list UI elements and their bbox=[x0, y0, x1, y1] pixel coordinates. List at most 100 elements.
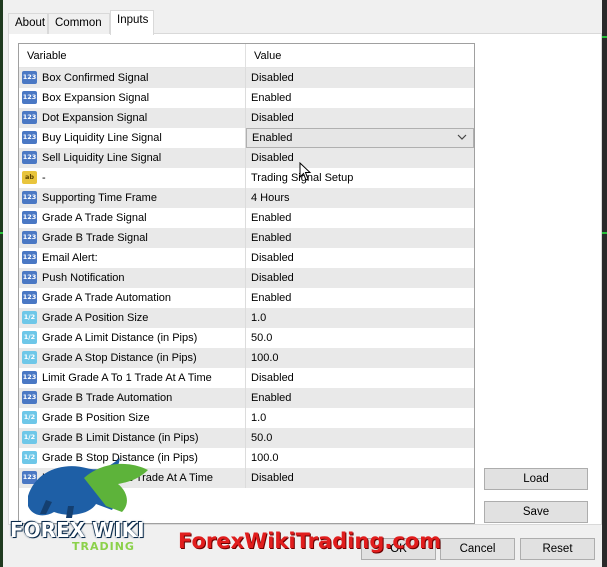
value-cell[interactable]: 1.0 bbox=[246, 308, 474, 328]
bool-type-icon: 123 bbox=[22, 71, 37, 84]
table-row[interactable]: 123 Supporting Time Frame 4 Hours bbox=[19, 188, 474, 208]
value-label: Enabled bbox=[251, 392, 292, 404]
value-dropdown[interactable]: Enabled bbox=[246, 128, 474, 148]
variable-cell[interactable]: 123 Grade A Trade Automation bbox=[19, 288, 246, 308]
value-column-header[interactable]: Value bbox=[246, 44, 474, 68]
table-row[interactable]: 123 Grade A Trade Automation Enabled bbox=[19, 288, 474, 308]
variable-column-header[interactable]: Variable bbox=[19, 44, 246, 68]
variable-label: Grade B Limit Distance (in Pips) bbox=[42, 432, 199, 444]
variable-label: Grade A Stop Distance (in Pips) bbox=[42, 352, 197, 364]
value-cell[interactable]: 1.0 bbox=[246, 408, 474, 428]
table-row[interactable]: 1/2 Grade B Limit Distance (in Pips) 50.0 bbox=[19, 428, 474, 448]
variable-cell[interactable]: 1/2 Grade B Position Size bbox=[19, 408, 246, 428]
value-label: Enabled bbox=[251, 92, 292, 104]
table-row[interactable]: 123 Push Notification Disabled bbox=[19, 268, 474, 288]
table-row[interactable]: 123 Email Alert: Disabled bbox=[19, 248, 474, 268]
variable-cell[interactable]: 1/2 Grade A Limit Distance (in Pips) bbox=[19, 328, 246, 348]
variable-label: - bbox=[42, 172, 46, 184]
variable-label: Supporting Time Frame bbox=[42, 192, 157, 204]
variable-cell[interactable]: 123 Push Notification bbox=[19, 268, 246, 288]
double-type-icon: 1/2 bbox=[22, 431, 37, 444]
value-label: Disabled bbox=[251, 472, 294, 484]
tab-about[interactable]: About bbox=[8, 13, 48, 34]
bool-type-icon: 123 bbox=[22, 91, 37, 104]
variable-cell[interactable]: 1/2 Grade A Stop Distance (in Pips) bbox=[19, 348, 246, 368]
table-row[interactable]: 123 Grade B Trade Automation Enabled bbox=[19, 388, 474, 408]
value-label: 50.0 bbox=[251, 432, 273, 444]
variable-cell[interactable]: 123 Sell Liquidity Line Signal bbox=[19, 148, 246, 168]
variable-cell[interactable]: ab - bbox=[19, 168, 246, 188]
bool-type-icon: 123 bbox=[22, 251, 37, 264]
value-cell[interactable]: Disabled bbox=[246, 68, 474, 88]
variable-label: Buy Liquidity Line Signal bbox=[42, 132, 162, 144]
value-cell[interactable]: Disabled bbox=[246, 268, 474, 288]
value-label: 1.0 bbox=[251, 412, 267, 424]
variable-cell[interactable]: 1/2 Grade A Position Size bbox=[19, 308, 246, 328]
table-row[interactable]: 1/2 Grade A Limit Distance (in Pips) 50.0 bbox=[19, 328, 474, 348]
grid-header: Variable Value bbox=[19, 44, 474, 68]
table-row[interactable]: 123 Sell Liquidity Line Signal Disabled bbox=[19, 148, 474, 168]
bool-type-icon: 123 bbox=[22, 231, 37, 244]
table-row[interactable]: 123 Box Expansion Signal Enabled bbox=[19, 88, 474, 108]
variable-label: Grade B Position Size bbox=[42, 412, 150, 424]
value-cell[interactable]: Enabled bbox=[246, 228, 474, 248]
variable-label: Box Expansion Signal bbox=[42, 92, 150, 104]
value-cell[interactable]: 50.0 bbox=[246, 328, 474, 348]
value-cell[interactable]: Enabled bbox=[246, 388, 474, 408]
value-cell[interactable]: Disabled bbox=[246, 148, 474, 168]
double-type-icon: 1/2 bbox=[22, 411, 37, 424]
value-cell[interactable]: 100.0 bbox=[246, 448, 474, 468]
variable-cell[interactable]: 123 Buy Liquidity Line Signal bbox=[19, 128, 246, 148]
variable-cell[interactable]: 1/2 Grade B Limit Distance (in Pips) bbox=[19, 428, 246, 448]
variable-cell[interactable]: 123 Box Expansion Signal bbox=[19, 88, 246, 108]
variable-cell[interactable]: 123 Dot Expansion Signal bbox=[19, 108, 246, 128]
tab-inputs[interactable]: Inputs bbox=[110, 10, 154, 35]
table-row[interactable]: 123 Grade B Trade Signal Enabled bbox=[19, 228, 474, 248]
cancel-button[interactable]: Cancel bbox=[440, 538, 515, 560]
variable-cell[interactable]: 123 Limit Grade A To 1 Trade At A Time bbox=[19, 368, 246, 388]
table-row[interactable]: 123 Buy Liquidity Line Signal Enabled bbox=[19, 128, 474, 148]
value-label: Disabled bbox=[251, 72, 294, 84]
value-cell[interactable]: Disabled bbox=[246, 468, 474, 488]
value-label: Enabled bbox=[251, 212, 292, 224]
value-cell[interactable]: 100.0 bbox=[246, 348, 474, 368]
variable-cell[interactable]: 123 Box Confirmed Signal bbox=[19, 68, 246, 88]
value-label: Disabled bbox=[251, 112, 294, 124]
value-cell[interactable]: 4 Hours bbox=[246, 188, 474, 208]
table-row[interactable]: 123 Dot Expansion Signal Disabled bbox=[19, 108, 474, 128]
value-cell[interactable]: Enabled bbox=[246, 288, 474, 308]
variable-cell[interactable]: 123 Grade B Trade Signal bbox=[19, 228, 246, 248]
variable-cell[interactable]: 123 Grade B Trade Automation bbox=[19, 388, 246, 408]
value-cell[interactable]: Disabled bbox=[246, 368, 474, 388]
value-cell[interactable]: Enabled bbox=[246, 88, 474, 108]
bool-type-icon: 123 bbox=[22, 131, 37, 144]
variable-cell[interactable]: 123 Grade A Trade Signal bbox=[19, 208, 246, 228]
table-row[interactable]: 1/2 Grade A Stop Distance (in Pips) 100.0 bbox=[19, 348, 474, 368]
value-cell[interactable]: Trading Signal Setup bbox=[246, 168, 474, 188]
table-row[interactable]: 1/2 Grade A Position Size 1.0 bbox=[19, 308, 474, 328]
bool-type-icon: 123 bbox=[22, 291, 37, 304]
chevron-down-icon[interactable] bbox=[457, 132, 467, 142]
variable-label: Grade A Trade Automation bbox=[42, 292, 172, 304]
variable-cell[interactable]: 123 Email Alert: bbox=[19, 248, 246, 268]
table-row[interactable]: 1/2 Grade B Position Size 1.0 bbox=[19, 408, 474, 428]
variable-label: Push Notification bbox=[42, 272, 125, 284]
value-cell[interactable]: Disabled bbox=[246, 108, 474, 128]
value-cell[interactable]: Enabled bbox=[246, 208, 474, 228]
reset-button[interactable]: Reset bbox=[520, 538, 595, 560]
bool-type-icon: 123 bbox=[22, 111, 37, 124]
variable-label: Grade A Position Size bbox=[42, 312, 149, 324]
tab-common[interactable]: Common bbox=[48, 13, 110, 34]
table-row[interactable]: 123 Box Confirmed Signal Disabled bbox=[19, 68, 474, 88]
double-type-icon: 1/2 bbox=[22, 351, 37, 364]
table-row[interactable]: 123 Limit Grade A To 1 Trade At A Time Dis… bbox=[19, 368, 474, 388]
value-cell[interactable]: Disabled bbox=[246, 248, 474, 268]
table-row[interactable]: 123 Grade A Trade Signal Enabled bbox=[19, 208, 474, 228]
load-button[interactable]: Load bbox=[484, 468, 588, 490]
save-button[interactable]: Save bbox=[484, 501, 588, 523]
value-label: Disabled bbox=[251, 152, 294, 164]
value-cell[interactable]: 50.0 bbox=[246, 428, 474, 448]
variable-label: Email Alert: bbox=[42, 252, 98, 264]
variable-cell[interactable]: 123 Supporting Time Frame bbox=[19, 188, 246, 208]
table-row[interactable]: ab - Trading Signal Setup bbox=[19, 168, 474, 188]
